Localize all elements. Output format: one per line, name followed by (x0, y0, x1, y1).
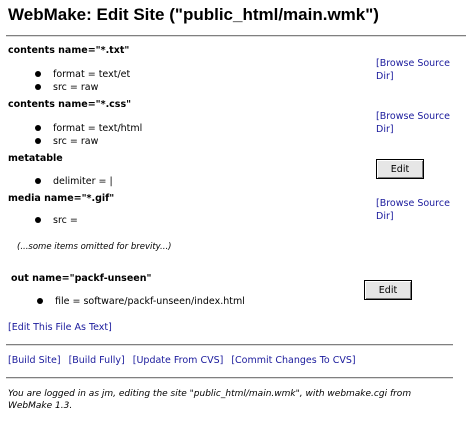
section-heading-gif: media name="*.gif" (8, 193, 115, 204)
page-title: WebMake: Edit Site ("public_html/main.wm… (8, 5, 379, 24)
title-divider (6, 35, 466, 37)
update-from-cvs-link[interactable]: [Update From CVS] (133, 355, 224, 366)
section-item: format = text/et (35, 69, 130, 80)
section-heading-out: out name="packf-unseen" (11, 273, 152, 284)
section-item: delimiter = | (35, 176, 113, 187)
footer-status: You are logged in as jm, editing the sit… (8, 389, 412, 411)
build-fully-link[interactable]: [Build Fully] (69, 355, 125, 366)
edit-metatable-button[interactable]: Edit (376, 159, 424, 179)
section-item: src = raw (35, 136, 98, 147)
link-line: [Browse Source (376, 111, 450, 122)
commit-changes-link[interactable]: [Commit Changes To CVS] (231, 355, 355, 366)
build-site-link[interactable]: [Build Site] (8, 355, 61, 366)
section-item: file = software/packf-unseen/index.html (37, 296, 245, 307)
link-line: Dir] (376, 71, 394, 82)
omitted-items-note: (...some items omitted for brevity...) (17, 242, 172, 252)
link-line: Dir] (376, 124, 394, 135)
browse-source-dir-link-txt[interactable]: [Browse Source Dir] (376, 57, 450, 83)
link-line: [Browse Source (376, 198, 450, 209)
link-line: Dir] (376, 211, 394, 222)
bottom-links: [Build Site] [Build Fully] [Update From … (8, 355, 356, 366)
section-item: src = raw (35, 82, 98, 93)
section-item: format = text/html (35, 123, 142, 134)
edit-file-as-text-link[interactable]: [Edit This File As Text] (8, 322, 112, 333)
divider (6, 344, 453, 346)
browse-source-dir-link-css[interactable]: [Browse Source Dir] (376, 110, 450, 136)
section-heading-css: contents name="*.css" (8, 99, 132, 110)
section-heading-metatable: metatable (8, 153, 63, 164)
edit-out-button[interactable]: Edit (364, 280, 412, 300)
section-item: src = (35, 215, 78, 226)
link-line: [Browse Source (376, 58, 450, 69)
section-heading-txt: contents name="*.txt" (8, 45, 130, 56)
divider (6, 377, 453, 379)
browse-source-dir-link-gif[interactable]: [Browse Source Dir] (376, 197, 450, 223)
